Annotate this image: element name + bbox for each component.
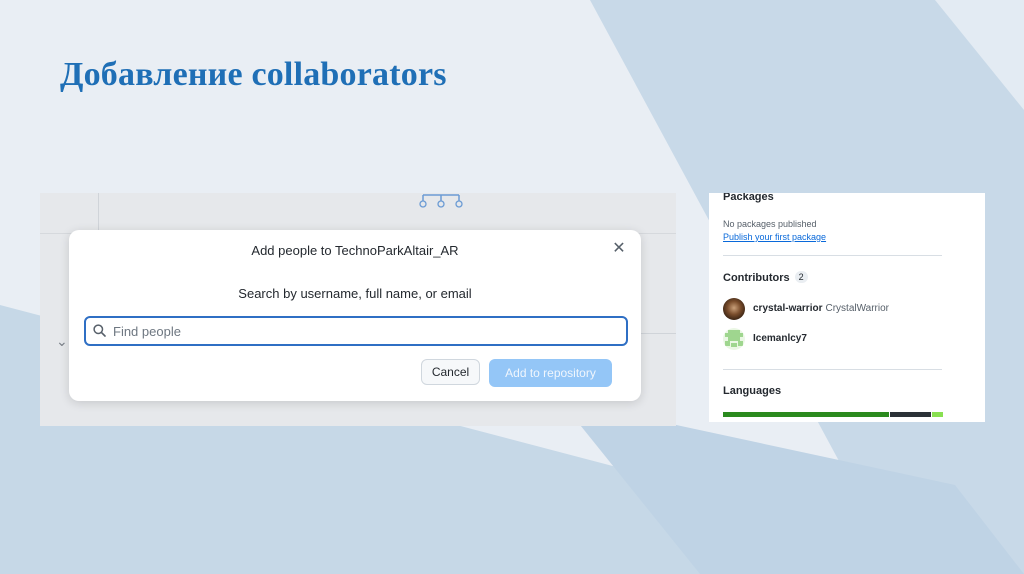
search-field[interactable]	[84, 316, 628, 346]
contributor-item[interactable]: crystal-warrior CrystalWarrior	[723, 298, 973, 320]
avatar[interactable]	[723, 328, 745, 350]
languages-heading: Languages	[723, 385, 782, 397]
chevron-down-icon[interactable]: ⌄	[56, 333, 68, 350]
repository-sidebar-screenshot: Packages No packages published Publish y…	[709, 193, 985, 422]
languages-bar	[723, 412, 943, 417]
divider	[98, 193, 99, 233]
avatar[interactable]	[723, 298, 745, 320]
add-people-dialog: Add people to TechnoParkAltair_AR ✕ Sear…	[69, 230, 641, 401]
contributor-name[interactable]: Icemanlcy7	[753, 333, 807, 344]
slide-title: Добавление collaborators	[60, 56, 447, 93]
language-bar-segment	[889, 412, 932, 417]
add-to-repository-button[interactable]: Add to repository	[489, 359, 612, 387]
close-icon[interactable]: ✕	[611, 241, 627, 257]
packages-empty-text: No packages published	[723, 219, 817, 229]
cancel-button[interactable]: Cancel	[421, 359, 480, 385]
publish-package-link[interactable]: Publish your first package	[723, 232, 826, 242]
search-icon	[93, 324, 106, 337]
contributor-name[interactable]: crystal-warrior CrystalWarrior	[753, 303, 889, 314]
packages-heading: Packages	[723, 193, 774, 203]
contributor-login: crystal-warrior	[753, 303, 823, 314]
contributors-count-badge: 2	[794, 271, 808, 283]
network-icon	[419, 194, 463, 208]
contributor-login: Icemanlcy7	[753, 333, 807, 344]
divider	[723, 255, 942, 256]
search-input[interactable]	[113, 320, 613, 342]
divider	[723, 369, 942, 370]
contributors-heading[interactable]: Contributors 2	[723, 271, 808, 284]
dialog-title: Add people to TechnoParkAltair_AR	[251, 243, 459, 258]
language-bar-segment	[723, 412, 889, 417]
dialog-subtitle: Search by username, full name, or email	[238, 286, 472, 301]
contributor-item[interactable]: Icemanlcy7	[723, 328, 973, 350]
contributor-full-name: CrystalWarrior	[825, 303, 889, 314]
contributors-heading-label: Contributors	[723, 272, 790, 284]
language-bar-segment	[932, 412, 943, 417]
